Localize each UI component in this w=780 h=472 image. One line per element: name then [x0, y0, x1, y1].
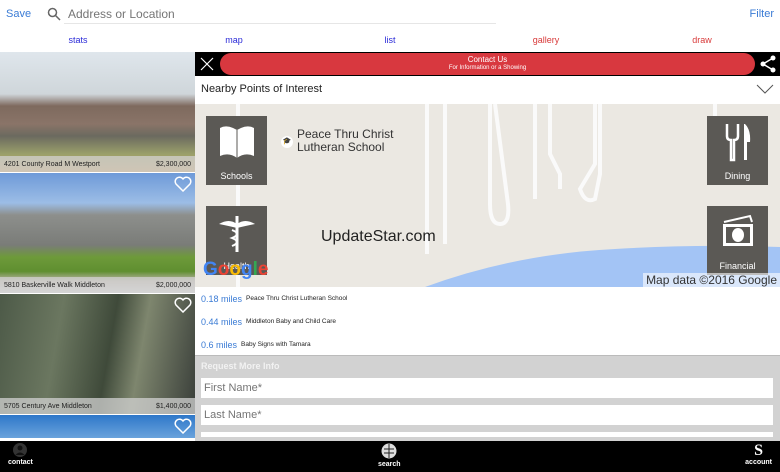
contact-title: Contact Us	[467, 55, 508, 64]
nav-account[interactable]: S account	[745, 442, 772, 467]
listing-address: 5705 Century Ave Middleton	[4, 402, 92, 410]
poi-name: Middleton Baby and Child Care	[246, 318, 336, 325]
nav-search-label: search	[378, 461, 401, 468]
poi-distance: 0.44 miles	[201, 316, 243, 327]
contact-us-button[interactable]: Contact Us For Information or a Showing	[220, 53, 755, 75]
address-search-input[interactable]	[64, 4, 496, 24]
poi-map[interactable]: W R 🎓 Peace Thru ChristLutheran School U…	[195, 104, 780, 287]
poi-list: 0.18 miles Peace Thru Christ Lutheran Sch…	[195, 287, 780, 356]
listing-address: 5810 Baskerville Walk Middleton	[4, 281, 105, 289]
listing-price: $2,000,000	[155, 281, 191, 289]
fork-knife-icon	[725, 124, 750, 162]
chevron-down-icon[interactable]	[756, 84, 774, 94]
poi-name: Baby Signs with Tamara	[241, 341, 311, 348]
poi-name: Peace Thru Christ Lutheran School	[246, 295, 348, 302]
listing-caption: 5810 Baskerville Walk Middleton $2,000,00…	[0, 277, 195, 293]
listing-list[interactable]: 4201 County Road M Westport $2,300,000 58…	[0, 52, 195, 441]
listing-card[interactable]	[0, 415, 195, 438]
poi-distance: 0.6 miles	[201, 339, 238, 350]
nav-account-label: account	[745, 459, 772, 466]
nav-search[interactable]: search	[378, 443, 401, 468]
map-roads: W R	[232, 104, 780, 287]
save-button[interactable]: Save	[6, 8, 31, 20]
poi-header[interactable]: Nearby Points of Interest	[195, 76, 780, 102]
tab-draw[interactable]: draw	[624, 28, 780, 52]
tab-gallery[interactable]: gallery	[468, 28, 624, 52]
dining-label: Dining	[724, 171, 751, 181]
person-icon	[13, 443, 28, 457]
bottom-nav: contact search S account	[0, 441, 780, 472]
google-logo: Google	[203, 259, 269, 280]
form-title: Request More Info	[201, 361, 280, 371]
financial-label: Financial	[719, 261, 756, 271]
schools-label: Schools	[220, 171, 253, 181]
listing-detail-panel: Contact Us For Information or a Showing …	[195, 52, 780, 441]
request-info-form: Request More Info	[195, 355, 780, 441]
money-icon	[722, 214, 753, 246]
favorite-heart-icon[interactable]	[174, 418, 192, 434]
poi-item[interactable]: 0.44 miles Middleton Baby and Child Care	[195, 310, 780, 333]
watermark: UpdateStar.com	[321, 228, 436, 245]
favorite-heart-icon[interactable]	[174, 297, 192, 313]
poi-item[interactable]: 0.18 miles Peace Thru Christ Lutheran Sch…	[195, 287, 780, 310]
listing-price: $2,300,000	[155, 160, 191, 168]
book-icon	[219, 126, 254, 158]
share-icon[interactable]	[759, 55, 777, 73]
filter-button[interactable]: Filter	[750, 8, 774, 20]
listing-card[interactable]: 5810 Baskerville Walk Middleton $2,000,00…	[0, 173, 195, 294]
listing-card[interactable]: 5705 Century Ave Middleton $1,400,000	[0, 294, 195, 415]
tab-list[interactable]: list	[312, 28, 468, 52]
listing-price: $1,400,000	[155, 402, 191, 410]
first-name-input[interactable]	[201, 378, 773, 398]
favorite-heart-icon[interactable]	[174, 176, 192, 192]
listing-caption: 4201 County Road M Westport $2,300,000	[0, 156, 195, 172]
contact-bar: Contact Us For Information or a Showing	[195, 52, 780, 76]
poi-distance: 0.18 miles	[201, 293, 243, 304]
listing-address: 4201 County Road M Westport	[4, 160, 100, 168]
financial-category-button[interactable]: Financial	[707, 206, 768, 275]
poi-item[interactable]: 0.6 miles Baby Signs with Tamara	[195, 333, 780, 356]
search-icon	[47, 7, 61, 21]
nav-contact-label: contact	[8, 459, 33, 466]
listing-card[interactable]: 4201 County Road M Westport $2,300,000	[0, 52, 195, 173]
last-name-input[interactable]	[201, 405, 773, 425]
poi-title: Nearby Points of Interest	[201, 83, 323, 95]
dining-category-button[interactable]: Dining	[707, 116, 768, 185]
tab-stats[interactable]: stats	[0, 28, 156, 52]
email-input[interactable]	[201, 432, 773, 437]
globe-icon	[381, 443, 397, 459]
account-logo-icon: S	[754, 442, 764, 459]
close-icon[interactable]	[200, 57, 214, 71]
view-tabs: stats map list gallery draw	[0, 28, 780, 52]
listing-caption: 5705 Century Ave Middleton $1,400,000	[0, 398, 195, 414]
school-pin-icon[interactable]: 🎓	[281, 136, 293, 148]
tab-map[interactable]: map	[156, 28, 312, 52]
nav-contact[interactable]: contact	[8, 443, 33, 466]
map-school-label: Peace Thru Christ Lutheran School	[297, 128, 394, 154]
contact-subtitle: For Information or a Showing	[448, 65, 527, 71]
schools-category-button[interactable]: Schools	[206, 116, 267, 185]
map-attribution[interactable]: Map data ©2016 Google	[643, 273, 780, 287]
map-school-label-line2: Lutheran School	[297, 140, 385, 154]
top-bar: Save Filter	[0, 0, 780, 28]
caduceus-icon	[218, 216, 255, 252]
